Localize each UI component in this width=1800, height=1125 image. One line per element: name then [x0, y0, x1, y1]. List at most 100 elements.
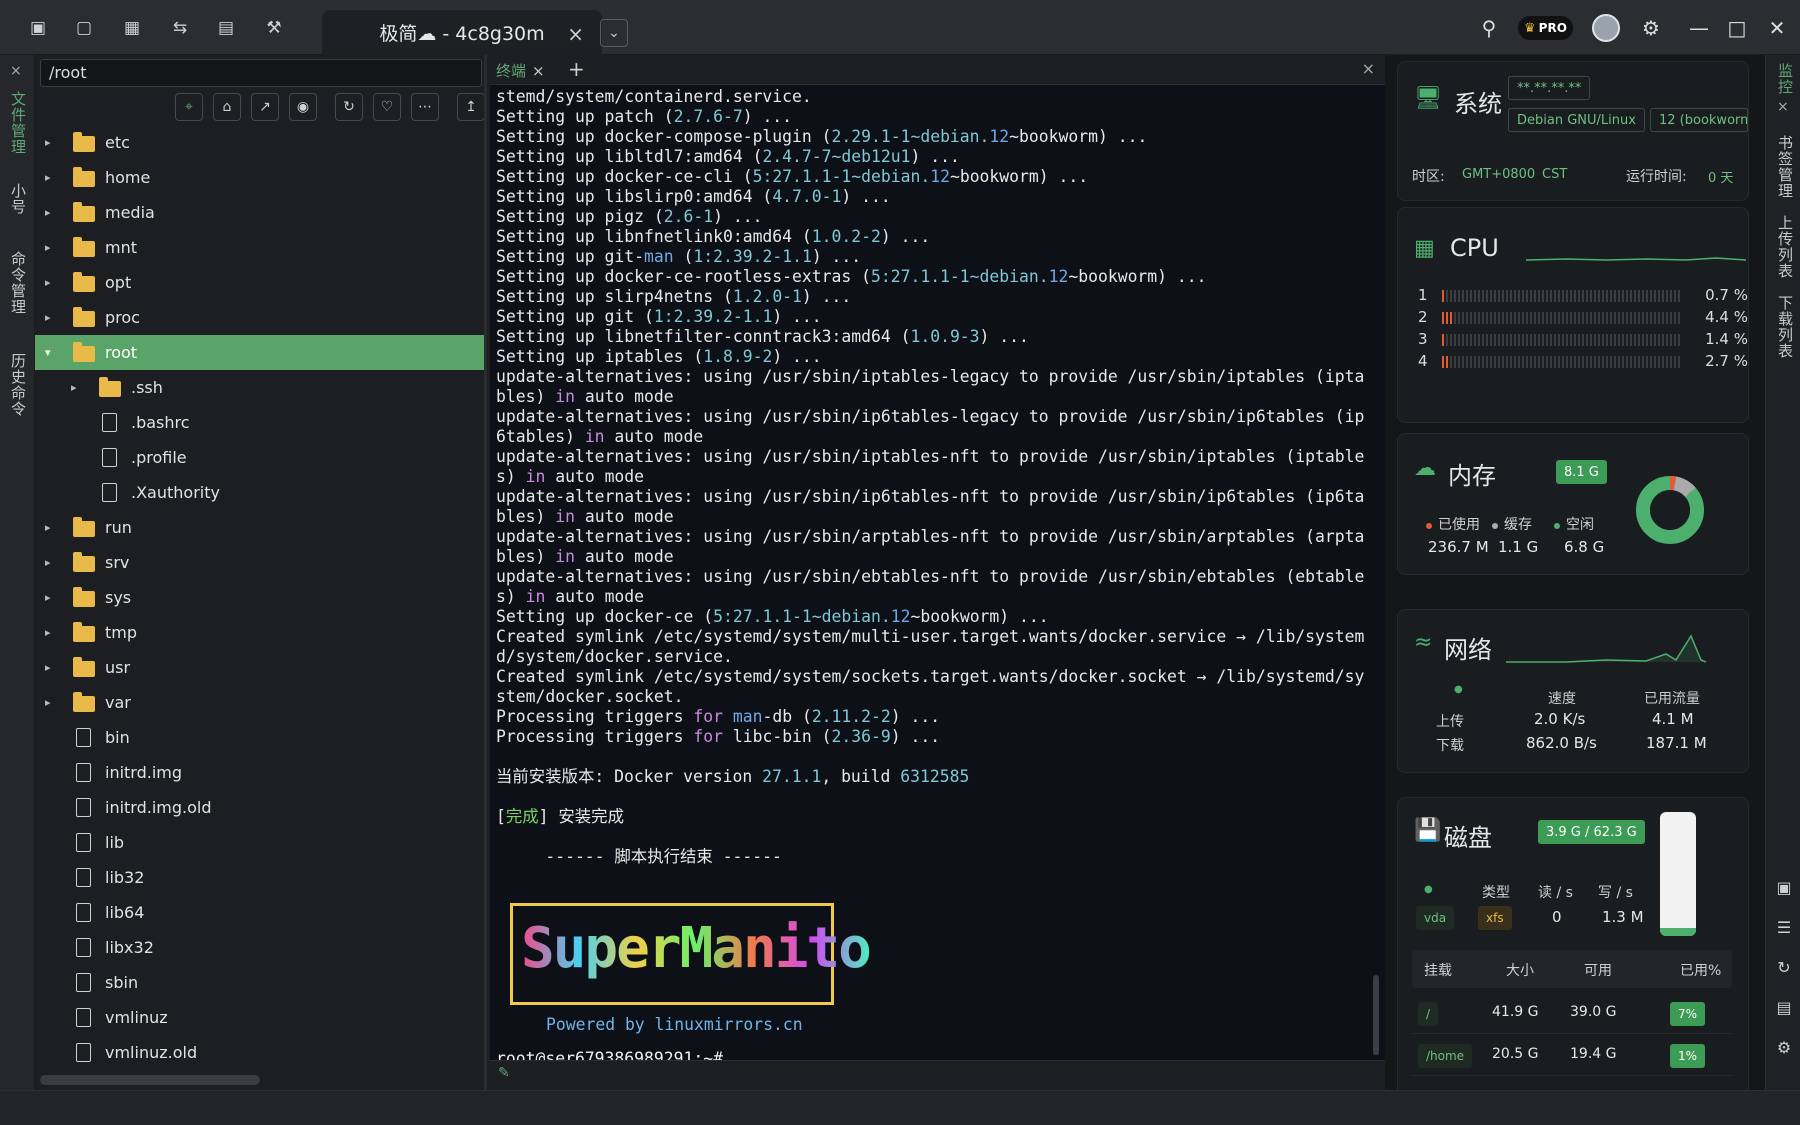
vertical-scrollbar[interactable]: [1373, 975, 1379, 1055]
tree-row[interactable]: vmlinuz.old: [35, 1035, 484, 1070]
tree-row[interactable]: lib64: [35, 895, 484, 930]
tree-row[interactable]: ▸ etc: [35, 125, 484, 160]
tree-row[interactable]: ▸ opt: [35, 265, 484, 300]
tree-row[interactable]: ▸ srv: [35, 545, 484, 580]
close-window-icon[interactable]: ✕: [1762, 14, 1792, 42]
wrench-icon[interactable]: ⚒: [260, 14, 288, 42]
chevron-down-icon[interactable]: ▾: [45, 346, 51, 359]
mount-row[interactable]: /home 20.5 G 19.4 G 1%: [1412, 1036, 1732, 1076]
terminal-tab[interactable]: 终端 ×: [496, 60, 545, 81]
pen-icon[interactable]: ✎: [498, 1065, 510, 1081]
chevron-right-icon[interactable]: ▸: [45, 696, 51, 709]
tree-row[interactable]: ▸ proc: [35, 300, 484, 335]
folder-icon: [73, 517, 95, 537]
traffic-label: 已用流量: [1644, 691, 1700, 707]
list-icon[interactable]: ☰: [1774, 917, 1794, 937]
tab-file-manager[interactable]: 文件管理: [5, 91, 29, 155]
close-icon[interactable]: ×: [1777, 99, 1789, 115]
session-tab[interactable]: 极简☁ - 4c8g30m ×: [322, 10, 602, 55]
tab-history[interactable]: 历史命令: [5, 353, 29, 417]
more-icon[interactable]: ⋯: [411, 93, 439, 121]
disk-read: 0: [1552, 908, 1562, 926]
terminal-line: Processing triggers for man-db (2.11.2-2…: [496, 707, 941, 726]
chevron-right-icon[interactable]: ▸: [45, 591, 51, 604]
document-icon[interactable]: ▤: [212, 14, 240, 42]
tree-row[interactable]: .profile: [35, 440, 484, 475]
minimize-icon[interactable]: —: [1684, 14, 1714, 42]
path-input[interactable]: /root: [40, 59, 482, 87]
plus-icon[interactable]: +: [568, 57, 585, 81]
upload-icon[interactable]: ↥: [457, 93, 484, 121]
close-icon[interactable]: ×: [10, 63, 22, 79]
tree-row[interactable]: ▸ usr: [35, 650, 484, 685]
file-icon: [76, 763, 91, 782]
tree-row[interactable]: lib: [35, 825, 484, 860]
eye-icon[interactable]: ◉: [289, 93, 317, 121]
terminal-line: Setting up docker-ce-cli (5:27.1.1-1~deb…: [496, 167, 1089, 186]
tree-row[interactable]: ▸ tmp: [35, 615, 484, 650]
chevron-right-icon[interactable]: ▸: [45, 206, 51, 219]
close-icon[interactable]: ×: [567, 22, 584, 46]
tree-row[interactable]: ▸ run: [35, 510, 484, 545]
tree-row[interactable]: sbin: [35, 965, 484, 1000]
tree-row[interactable]: lib32: [35, 860, 484, 895]
refresh-icon[interactable]: ↻: [335, 93, 363, 121]
tab-command-manager[interactable]: 命令管理: [5, 251, 29, 315]
close-icon[interactable]: ×: [532, 62, 545, 80]
tab-monitor[interactable]: 监控: [1772, 63, 1796, 95]
heart-icon[interactable]: ♡: [373, 93, 401, 121]
grid-icon[interactable]: ▦: [118, 14, 146, 42]
tab-bookmarks[interactable]: 书签管理: [1772, 135, 1796, 199]
chevron-down-icon[interactable]: ⌄: [600, 19, 628, 47]
terminal-icon[interactable]: ▣: [1774, 877, 1794, 897]
chevron-right-icon[interactable]: ▸: [45, 276, 51, 289]
avatar[interactable]: [1592, 14, 1620, 42]
gear-icon[interactable]: ⚙: [1636, 14, 1666, 42]
chevron-right-icon[interactable]: ▸: [45, 556, 51, 569]
gear-icon[interactable]: ⚙: [1774, 1037, 1794, 1057]
collapse-icon[interactable]: ↗: [251, 93, 279, 121]
locate-icon[interactable]: ⌖: [175, 93, 203, 121]
horizontal-scrollbar[interactable]: [40, 1075, 260, 1085]
save-icon[interactable]: ▤: [1774, 997, 1794, 1017]
tree-row[interactable]: bin: [35, 720, 484, 755]
tree-row[interactable]: ▸ var: [35, 685, 484, 720]
terminal-output[interactable]: stemd/system/containerd.service. Setting …: [496, 87, 1376, 867]
tree-row[interactable]: ▸ media: [35, 195, 484, 230]
chevron-right-icon[interactable]: ▸: [71, 381, 77, 394]
chevron-right-icon[interactable]: ▸: [45, 171, 51, 184]
tree-row[interactable]: libx32: [35, 930, 484, 965]
tree-row[interactable]: ▸ .ssh: [35, 370, 484, 405]
tree-row[interactable]: .Xauthority: [35, 475, 484, 510]
ip-address[interactable]: **.**.**.**: [1508, 76, 1591, 100]
close-icon[interactable]: ×: [1362, 59, 1375, 78]
search-icon[interactable]: ⚲: [1474, 14, 1504, 42]
tree-row[interactable]: ▾ root: [35, 335, 484, 370]
terminal-icon[interactable]: ▣: [24, 14, 52, 42]
tree-row[interactable]: initrd.img.old: [35, 790, 484, 825]
refresh-icon[interactable]: ↻: [1774, 957, 1794, 977]
tree-row[interactable]: ▸ mnt: [35, 230, 484, 265]
chevron-right-icon[interactable]: ▸: [45, 241, 51, 254]
chevron-right-icon[interactable]: ▸: [45, 136, 51, 149]
maximize-icon[interactable]: □: [1722, 14, 1752, 42]
disk-type-label: 类型: [1482, 885, 1510, 901]
pro-badge[interactable]: ♛ PRO: [1518, 16, 1573, 40]
home-icon[interactable]: ⌂: [213, 93, 241, 121]
tree-row[interactable]: vmlinuz: [35, 1000, 484, 1035]
mount-row[interactable]: /41.9 G 39.0 G 7%: [1412, 994, 1732, 1034]
tree-row[interactable]: ▸ home: [35, 160, 484, 195]
chevron-right-icon[interactable]: ▸: [45, 521, 51, 534]
bookmark-icon[interactable]: ▢: [70, 14, 98, 42]
chevron-right-icon[interactable]: ▸: [45, 311, 51, 324]
tab-small[interactable]: 小号: [5, 183, 29, 215]
tree-row[interactable]: initrd.img: [35, 755, 484, 790]
transfer-icon[interactable]: ⇆: [166, 14, 194, 42]
chevron-right-icon[interactable]: ▸: [45, 661, 51, 674]
tab-upload-list[interactable]: 上传列表: [1772, 215, 1796, 279]
tab-download-list[interactable]: 下载列表: [1772, 295, 1796, 359]
tree-item-label: libx32: [105, 938, 154, 957]
tree-row[interactable]: ▸ sys: [35, 580, 484, 615]
tree-row[interactable]: .bashrc: [35, 405, 484, 440]
chevron-right-icon[interactable]: ▸: [45, 626, 51, 639]
